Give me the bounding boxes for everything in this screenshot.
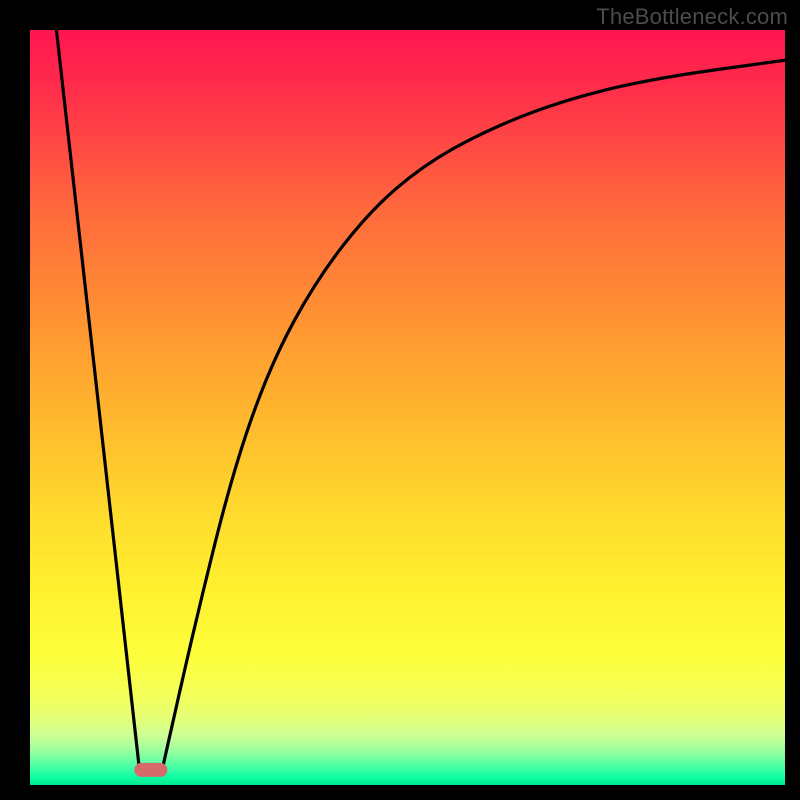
plot-area	[30, 30, 785, 785]
watermark-text: TheBottleneck.com	[596, 4, 788, 30]
curve-layer	[56, 30, 785, 770]
bottleneck-curve	[56, 30, 785, 770]
chart-svg	[30, 30, 785, 785]
marker-layer	[134, 763, 167, 777]
chart-frame: TheBottleneck.com	[0, 0, 800, 800]
bottleneck-marker	[134, 763, 167, 777]
